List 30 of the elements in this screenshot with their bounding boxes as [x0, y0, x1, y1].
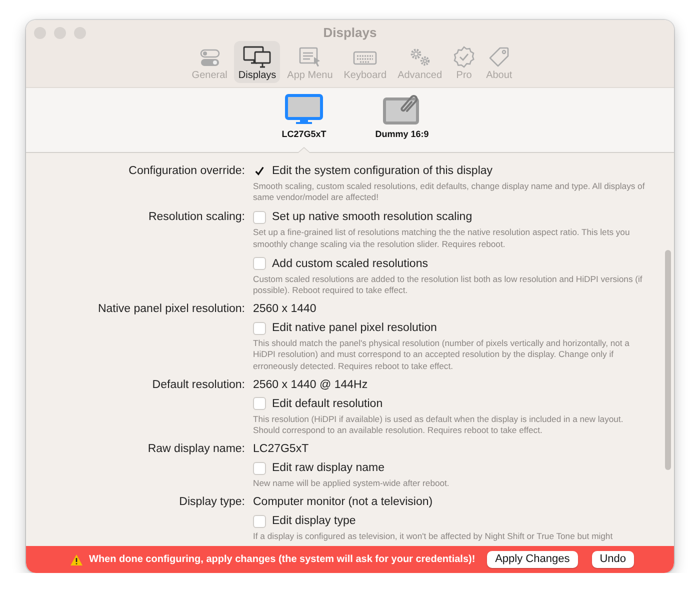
- warning-message: When done configuring, apply changes (the system will ask for your credentials)!: [89, 554, 476, 565]
- setting-label: Resolution scaling:: [147, 210, 245, 226]
- checkbox-label[interactable]: Edit raw display name: [272, 462, 384, 474]
- setting-label: Display type:: [178, 495, 245, 510]
- setting-value: LC27G5xT: [253, 442, 310, 458]
- setting-value: 2560 x 1440 @ 144Hz: [253, 378, 369, 393]
- footer-button[interactable]: Undo: [592, 551, 634, 568]
- setting-label: Native panel pixel resolution:: [96, 302, 245, 318]
- help-text: Set up a fine-grained list of resolutions matching the the native resolution aspect ratio. This lets you smoothly change scaling via the resolution slider. Requires reboot.: [253, 227, 631, 250]
- checkbox-label[interactable]: Add custom scaled resolutions: [272, 258, 428, 270]
- footer-button[interactable]: Apply Changes: [487, 551, 578, 568]
- setting-label: Default resolution:: [151, 378, 245, 393]
- toolbar-tab[interactable]: Displays: [234, 41, 280, 83]
- checkbox-label[interactable]: Edit the system configuration of this display: [272, 165, 493, 177]
- help-text: This resolution (HiDPI if available) is used as default when the display is included in a new layout. Should correspond to an available resolution. Requires reboot to take effect.: [253, 414, 624, 436]
- checkbox-label[interactable]: Set up native smooth resolution scaling: [272, 211, 472, 224]
- checkbox-label[interactable]: Edit display type: [272, 515, 356, 528]
- display-item[interactable]: Dummy 16:9: [376, 88, 428, 147]
- setting-label: Raw display name:: [146, 442, 245, 458]
- setting-value: Computer monitor (not a television): [253, 495, 434, 510]
- setting-value: 2560 x 1440: [253, 302, 318, 318]
- checkbox-label[interactable]: Edit native panel pixel resolution: [272, 322, 437, 334]
- help-text: Custom scaled resolutions are added to the resolution list both as low resolution and HiDPI versions (if possible). Reboot required to take effect.: [253, 274, 644, 296]
- help-text: If a display is configured as television, it won't be affected by Night Shift or True Tone but might: [253, 531, 614, 543]
- window-title: Displays: [323, 25, 377, 41]
- help-text: Smooth scaling, custom scaled resolutions, edit defaults, change display name and type. All displays of same vendor/model are affected!: [253, 181, 646, 204]
- help-text: This should match the panel's physical resolution (number of pixels vertically and horizontally, not a HiDPI resolution) and must correspond to an accepted resolution by the display. Change only if erroneously detected. Requires reboot to take effect.: [253, 338, 630, 372]
- help-text: New name will be applied system-wide after reboot.: [253, 478, 450, 490]
- setting-label: Configuration override:: [128, 164, 245, 179]
- checkbox-label[interactable]: Edit default resolution: [272, 398, 383, 410]
